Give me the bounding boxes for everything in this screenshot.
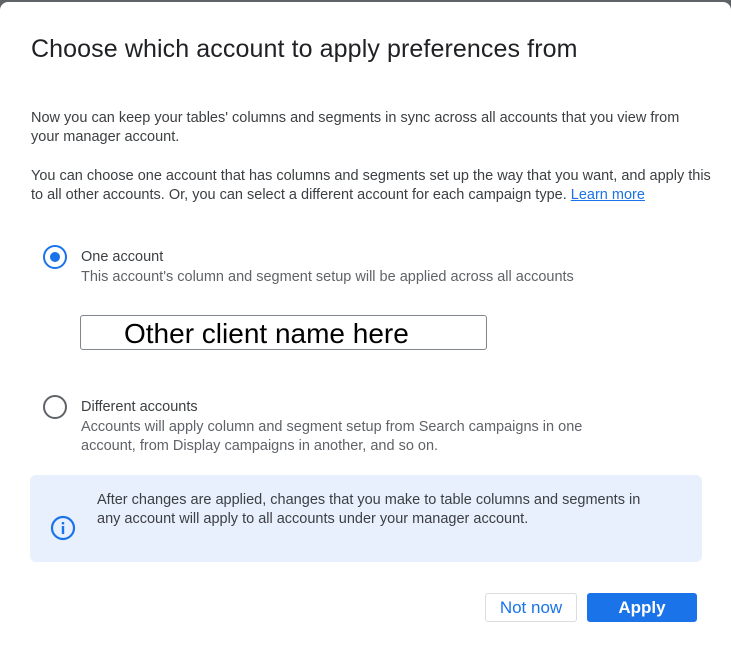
apply-button[interactable]: Apply [587,593,697,622]
different-accounts-label[interactable]: Different accounts [81,399,198,415]
different-accounts-radio[interactable] [43,395,67,419]
different-accounts-description: Accounts will apply column and segment s… [81,419,583,454]
not-now-button[interactable]: Not now [485,593,577,622]
info-icon [50,515,76,541]
one-account-label[interactable]: One account [81,249,163,265]
explanation-paragraph: You can choose one account that has colu… [31,167,711,205]
one-account-radio[interactable] [43,245,67,269]
learn-more-link[interactable]: Learn more [571,187,645,203]
preferences-dialog: Choose which account to apply preference… [0,2,731,653]
info-text: After changes are applied, changes that … [97,492,641,527]
account-selector[interactable]: Other client name here [80,315,487,350]
one-account-description: This account's column and segment setup … [81,269,574,285]
intro-paragraph: Now you can keep your tables' columns an… [31,110,680,145]
account-selector-value: Other client name here [124,318,409,349]
info-banner: After changes are applied, changes that … [30,475,702,562]
dialog-title: Choose which account to apply preference… [31,35,578,63]
